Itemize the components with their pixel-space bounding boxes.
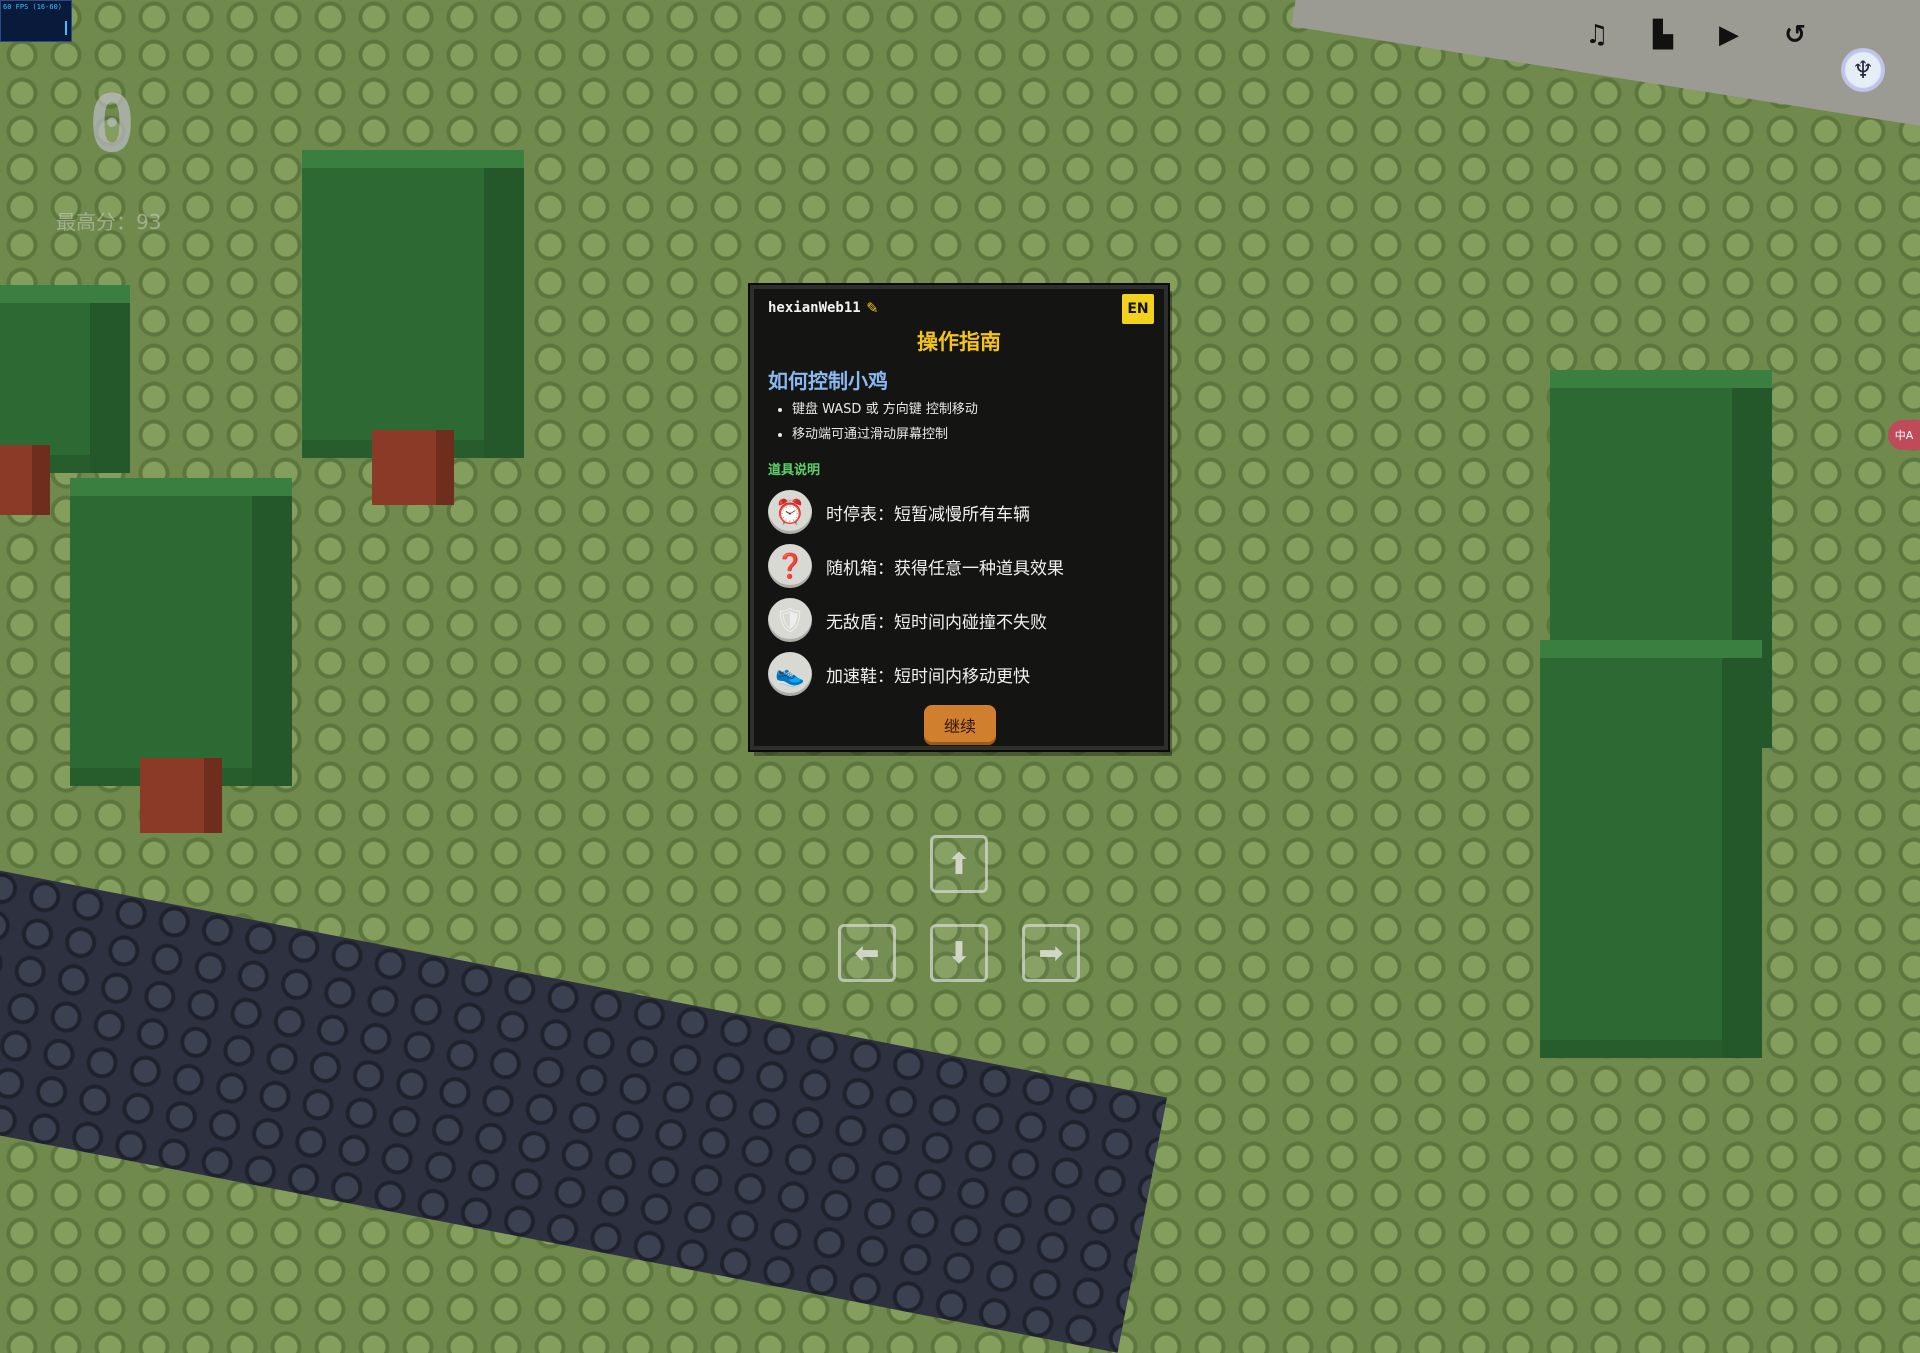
list-item: 键盘 WASD 或 方向键 控制移动 <box>792 397 978 422</box>
edit-pencil-icon[interactable]: ✎ <box>867 297 878 318</box>
shoe-icon: 👟 <box>768 652 812 696</box>
username-row: hexianWeb11 ✎ <box>768 297 878 318</box>
list-item: 移动端可通过滑动屏幕控制 <box>792 422 978 447</box>
fps-label: 60 FPS (16-60) <box>3 3 63 11</box>
best-score: 最高分：93 <box>56 210 162 234</box>
question-mark-icon: ❓ <box>768 544 812 588</box>
item-description: 无敌盾：短时间内碰撞不失败 <box>826 612 1047 633</box>
current-score: 0 <box>88 80 136 170</box>
item-stopwatch: ⏰ 时停表：短暂减慢所有车辆 <box>768 485 1064 539</box>
shield-icon: 🛡 <box>768 598 812 642</box>
username: hexianWeb11 <box>768 299 861 316</box>
item-random-box: ❓ 随机箱：获得任意一种道具效果 <box>768 539 1064 593</box>
language-toggle-button[interactable]: EN <box>1122 294 1154 324</box>
leaderboard-icon[interactable]: ▙ <box>1648 18 1678 52</box>
item-description: 加速鞋：短时间内移动更快 <box>826 666 1030 687</box>
instructions-dialog: hexianWeb11 ✎ EN 操作指南 如何控制小鸡 键盘 WASD 或 方… <box>750 285 1168 750</box>
item-shield: 🛡 无敌盾：短时间内碰撞不失败 <box>768 593 1064 647</box>
item-description: 时停表：短暂减慢所有车辆 <box>826 504 1030 525</box>
controls-list: 键盘 WASD 或 方向键 控制移动 移动端可通过滑动屏幕控制 <box>776 397 978 447</box>
arrow-up-button[interactable]: ⬆ <box>930 835 988 893</box>
arrow-down-button[interactable]: ⬇ <box>930 924 988 982</box>
arrow-left-button[interactable]: ⬅ <box>838 924 896 982</box>
items-heading: 道具说明 <box>768 463 821 478</box>
play-icon[interactable]: ▶ <box>1714 18 1744 52</box>
fps-graph <box>65 21 67 35</box>
items-list: ⏰ 时停表：短暂减慢所有车辆 ❓ 随机箱：获得任意一种道具效果 🛡 无敌盾：短时… <box>768 485 1064 701</box>
music-icon[interactable]: ♫ <box>1582 18 1612 52</box>
dialog-title: 操作指南 <box>917 330 1001 354</box>
road-lane <box>0 859 1168 1353</box>
arrow-right-button[interactable]: ➡ <box>1022 924 1080 982</box>
item-description: 随机箱：获得任意一种道具效果 <box>826 558 1064 579</box>
fps-counter: 60 FPS (16-60) <box>0 0 72 42</box>
translate-button[interactable]: 中A <box>1888 420 1920 450</box>
continue-button[interactable]: 继续 <box>924 705 996 745</box>
restart-icon[interactable]: ↺ <box>1780 18 1810 52</box>
top-toolbar: ♫ ▙ ▶ ↺ <box>1582 18 1810 52</box>
item-speed-shoes: 👟 加速鞋：短时间内移动更快 <box>768 647 1064 701</box>
alarm-clock-icon: ⏰ <box>768 490 812 534</box>
avatar[interactable]: ♆ <box>1841 48 1885 92</box>
controls-heading: 如何控制小鸡 <box>768 369 888 393</box>
